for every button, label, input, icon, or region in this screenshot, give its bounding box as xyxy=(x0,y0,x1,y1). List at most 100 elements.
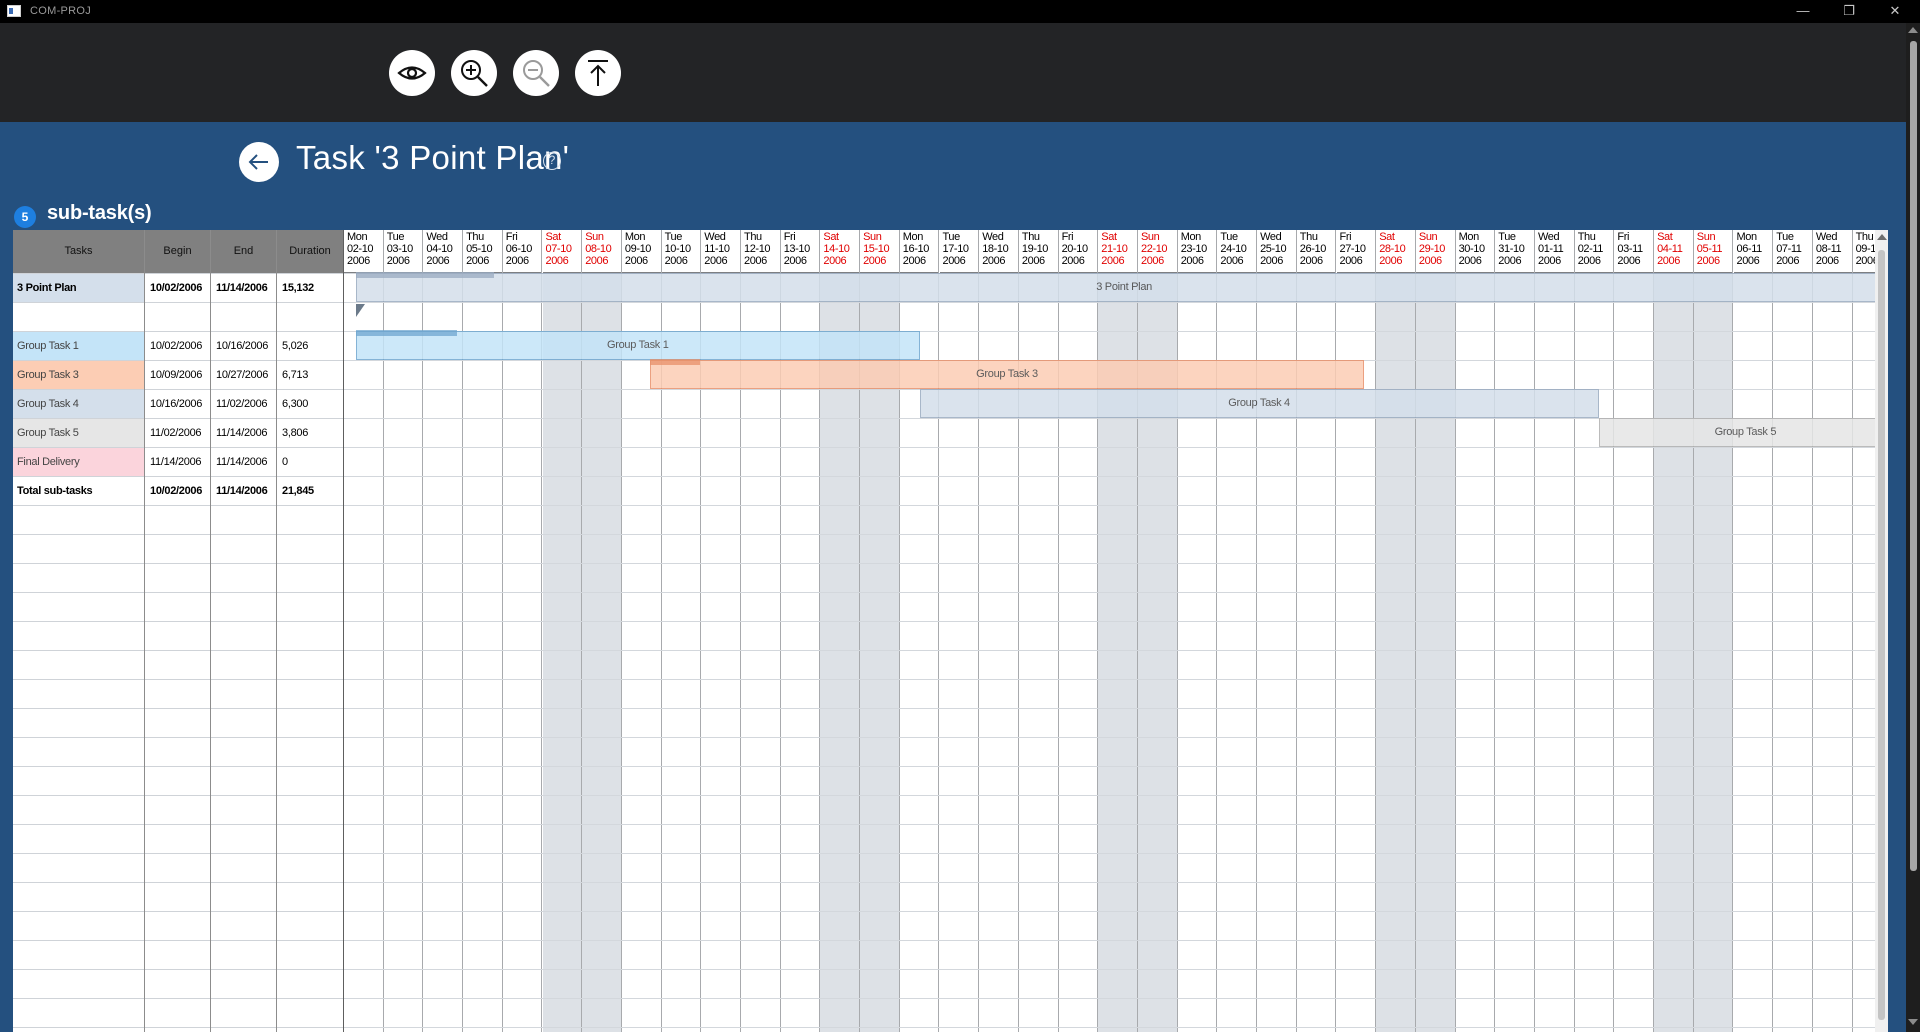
scroll-up-arrow-icon[interactable] xyxy=(1908,27,1918,33)
day-header: Mon 23-10 2006 xyxy=(1177,230,1217,273)
day-of-week-label: Tue xyxy=(386,231,405,243)
duration-cell[interactable] xyxy=(278,303,342,331)
day-year-label: 2006 xyxy=(744,255,767,267)
column-header-tasks[interactable]: Tasks xyxy=(13,230,145,273)
end-cell[interactable]: 10/27/2006 xyxy=(212,361,276,389)
begin-cell[interactable]: 10/02/2006 xyxy=(146,477,210,505)
back-button[interactable] xyxy=(239,142,279,182)
column-header-end[interactable]: End xyxy=(211,230,277,273)
begin-cell[interactable]: 10/09/2006 xyxy=(146,361,210,389)
day-year-label: 2006 xyxy=(505,255,529,267)
scrollbar-thumb[interactable] xyxy=(1910,41,1917,871)
minimize-button[interactable]: — xyxy=(1780,0,1826,23)
day-year-label: 2006 xyxy=(664,255,688,267)
app-icon xyxy=(7,5,21,17)
day-date-label: 10-10 xyxy=(664,243,692,255)
day-header: Mon 06-11 2006 xyxy=(1733,230,1773,273)
zoom-out-button[interactable] xyxy=(513,50,559,96)
end-cell[interactable] xyxy=(212,303,276,331)
end-cell[interactable]: 11/02/2006 xyxy=(212,390,276,418)
window-title: COM-PROJ xyxy=(30,5,92,17)
day-of-week-label: Wed xyxy=(982,231,1004,243)
duration-cell[interactable]: 21,845 xyxy=(278,477,342,505)
column-header-duration[interactable]: Duration xyxy=(277,230,344,273)
end-cell[interactable]: 11/14/2006 xyxy=(212,419,276,447)
task-name-cell[interactable]: Final Delivery xyxy=(13,448,144,476)
task-name-cell[interactable]: 3 Point Plan xyxy=(13,274,144,302)
day-of-week-label: Mon xyxy=(347,231,368,243)
gantt-bar[interactable]: Group Task 5 xyxy=(1598,418,1875,447)
day-date-label: 05-11 xyxy=(1696,243,1723,255)
day-header: Fri 20-10 2006 xyxy=(1058,230,1098,273)
end-cell[interactable]: 10/16/2006 xyxy=(212,332,276,360)
scroll-down-arrow-icon[interactable] xyxy=(1908,1019,1918,1025)
day-year-label: 2006 xyxy=(1855,255,1875,267)
day-header: Thu 05-10 2006 xyxy=(463,230,502,273)
gantt-bar[interactable]: Group Task 4 xyxy=(919,389,1599,418)
begin-cell[interactable]: 11/02/2006 xyxy=(146,419,210,447)
day-header: Tue 03-10 2006 xyxy=(383,230,423,273)
day-of-week-label: Sat xyxy=(823,231,839,243)
begin-cell[interactable] xyxy=(146,303,210,331)
gantt-bar[interactable]: 3 Point Plan xyxy=(355,273,1875,302)
restore-button[interactable]: ❐ xyxy=(1826,0,1872,23)
duration-cell[interactable]: 0 xyxy=(278,448,342,476)
day-date-label: 09-10 xyxy=(624,243,652,255)
help-icon[interactable]: ? xyxy=(543,152,561,170)
task-name-cell[interactable]: Group Task 5 xyxy=(13,419,144,447)
title-bar: COM-PROJ — ❐ ✕ xyxy=(0,0,1920,23)
day-year-label: 2006 xyxy=(1657,255,1680,267)
milestone-marker[interactable] xyxy=(355,304,365,317)
day-year-label: 2006 xyxy=(1418,255,1442,267)
begin-cell[interactable]: 10/02/2006 xyxy=(146,274,210,302)
day-date-label: 05-10 xyxy=(466,243,493,255)
day-header: Wed 04-10 2006 xyxy=(423,230,463,273)
day-header: Tue 17-10 2006 xyxy=(939,230,979,273)
view-button[interactable] xyxy=(389,50,435,96)
day-year-label: 2006 xyxy=(1101,255,1125,267)
task-name-cell[interactable] xyxy=(13,303,144,331)
day-header: Tue 24-10 2006 xyxy=(1217,230,1257,273)
end-cell[interactable]: 11/14/2006 xyxy=(212,448,276,476)
upload-button[interactable] xyxy=(575,50,621,96)
day-of-week-label: Tue xyxy=(942,231,961,243)
scrollbar-thumb[interactable] xyxy=(1878,250,1885,1020)
duration-cell[interactable]: 15,132 xyxy=(278,274,342,302)
end-cell[interactable]: 11/14/2006 xyxy=(212,274,276,302)
close-button[interactable]: ✕ xyxy=(1872,0,1918,23)
day-year-label: 2006 xyxy=(982,255,1006,267)
end-cell[interactable]: 11/14/2006 xyxy=(212,477,276,505)
begin-cell[interactable]: 10/16/2006 xyxy=(146,390,210,418)
day-date-label: 31-10 xyxy=(1498,243,1525,255)
begin-cell[interactable]: 11/14/2006 xyxy=(146,448,210,476)
day-header: Tue 31-10 2006 xyxy=(1495,230,1534,273)
task-name-cell[interactable]: Group Task 3 xyxy=(13,361,144,389)
duration-cell[interactable]: 6,300 xyxy=(278,390,342,418)
gantt-vertical-scrollbar[interactable] xyxy=(1875,230,1888,1032)
zoom-in-button[interactable] xyxy=(451,50,497,96)
subtask-count-badge: 5 xyxy=(14,206,36,228)
day-date-label: 12-10 xyxy=(744,243,771,255)
begin-cell[interactable]: 10/02/2006 xyxy=(146,332,210,360)
day-header: Fri 06-10 2006 xyxy=(502,230,542,273)
day-header: Sat 07-10 2006 xyxy=(542,230,582,273)
task-name-cell[interactable]: Total sub-tasks xyxy=(13,477,144,505)
day-date-label: 07-11 xyxy=(1776,243,1802,255)
day-header: Mon 16-10 2006 xyxy=(899,230,939,273)
gantt-bar[interactable]: Group Task 3 xyxy=(649,360,1365,389)
window-vertical-scrollbar[interactable] xyxy=(1906,23,1920,1032)
day-header: Fri 13-10 2006 xyxy=(780,230,820,273)
task-name-cell[interactable]: Group Task 1 xyxy=(13,332,144,360)
duration-cell[interactable]: 3,806 xyxy=(278,419,342,447)
column-header-begin[interactable]: Begin xyxy=(145,230,211,273)
day-date-label: 16-10 xyxy=(902,243,930,255)
duration-cell[interactable]: 6,713 xyxy=(278,361,342,389)
day-year-label: 2006 xyxy=(1696,255,1720,267)
day-year-label: 2006 xyxy=(823,255,847,267)
gantt-chart[interactable]: Mon 02-10 2006 Tue 03-10 2006 Wed 04-10 2006 Thu 0… xyxy=(344,230,1875,1032)
day-year-label: 2006 xyxy=(1299,255,1323,267)
duration-cell[interactable]: 5,026 xyxy=(278,332,342,360)
task-name-cell[interactable]: Group Task 4 xyxy=(13,390,144,418)
eye-icon xyxy=(397,66,427,80)
scroll-up-arrow-icon[interactable] xyxy=(1877,234,1887,240)
